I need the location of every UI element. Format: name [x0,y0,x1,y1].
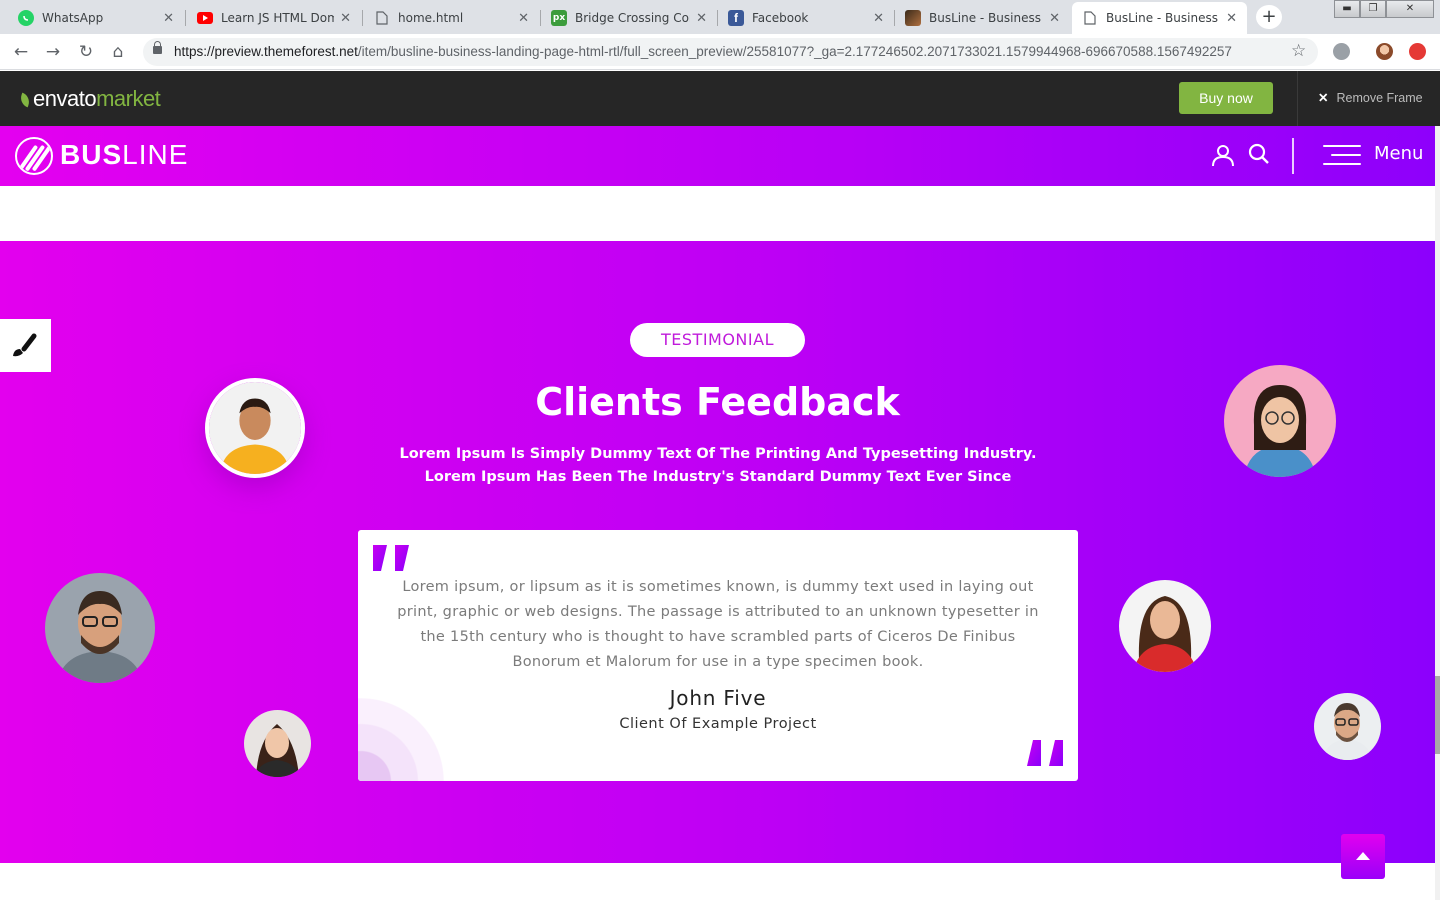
px-icon: px [551,10,567,26]
browser-tab-bar: WhatsApp ✕ Learn JS HTML Dom ✕ home.html… [0,0,1440,34]
client-avatar[interactable] [1119,580,1211,672]
new-tab-button[interactable]: + [1256,5,1282,29]
close-icon: ✕ [1318,91,1329,105]
extension-icon[interactable] [1333,43,1350,60]
brand-name[interactable]: BUSLINE [60,139,188,171]
tab-title: Learn JS HTML Dom [221,11,335,25]
client-avatar[interactable] [1314,693,1381,760]
envato-logo[interactable]: envatomarket [18,86,161,112]
tab-title: BusLine - Business La [929,11,1043,25]
address-bar: ← → ↻ ⌂ https://preview.themeforest.net/… [0,34,1440,70]
profile-avatar[interactable] [1376,43,1393,60]
remove-frame-button[interactable]: ✕ Remove Frame [1297,71,1440,126]
update-icon[interactable] [1409,43,1426,60]
browser-tab-bridge[interactable]: px Bridge Crossing Cond ✕ [541,2,717,34]
url-text: https://preview.themeforest.net/item/bus… [174,44,1232,59]
leaf-icon [18,92,32,108]
client-name: John Five [669,686,767,710]
client-role: Client Of Example Project [619,716,817,732]
testimonial-card: Lorem ipsum, or lipsum as it is sometime… [358,530,1078,781]
browser-tab-busline-active[interactable]: BusLine - Business La ✕ [1072,2,1247,34]
reload-icon[interactable]: ↻ [75,41,97,63]
client-avatar[interactable] [205,378,305,478]
back-to-top-button[interactable] [1341,834,1385,879]
tab-title: Bridge Crossing Cond [575,11,690,25]
browser-tab-home-html[interactable]: home.html ✕ [364,2,539,34]
quote-close-icon [1027,740,1063,766]
client-avatar[interactable] [1224,365,1336,477]
tab-title: WhatsApp [42,11,104,25]
testimonial-quote: Lorem ipsum, or lipsum as it is sometime… [397,579,1039,670]
forward-arrow-icon[interactable]: → [42,41,64,63]
paintbrush-icon [13,333,37,357]
scrollbar-thumb[interactable] [1435,676,1440,754]
site-header: BUSLINE Menu [0,126,1435,186]
section-tag: TESTIMONIAL [630,323,805,357]
facebook-icon: f [728,10,744,26]
hamburger-icon[interactable] [1323,145,1361,167]
brand-logo-icon[interactable] [15,137,53,175]
browser-tab-whatsapp[interactable]: WhatsApp ✕ [8,2,184,34]
search-icon[interactable] [1248,143,1270,165]
tab-title: home.html [398,11,464,25]
close-icon[interactable]: ✕ [163,11,174,26]
minimize-button[interactable]: ▬ [1334,0,1360,18]
url-field[interactable]: https://preview.themeforest.net/item/bus… [143,38,1318,66]
scrollbar-track[interactable] [1435,126,1440,900]
style-switcher-button[interactable] [0,319,51,372]
header-divider [1292,138,1294,174]
bookmark-star-icon[interactable]: ☆ [1291,41,1306,61]
close-icon[interactable]: ✕ [696,11,707,26]
browser-tab-learn-js[interactable]: Learn JS HTML Dom ✕ [187,2,361,34]
maximize-button[interactable]: ❐ [1360,0,1386,18]
file-icon [1082,10,1098,26]
close-icon[interactable]: ✕ [340,11,351,26]
tab-title: BusLine - Business La [1106,11,1220,25]
section-description: Lorem Ipsum Is Simply Dummy Text Of The … [399,446,1037,485]
buy-now-button[interactable]: Buy now [1179,82,1273,114]
client-avatar[interactable] [244,710,311,777]
youtube-icon [197,12,213,24]
close-icon[interactable]: ✕ [1226,11,1237,26]
client-avatar[interactable] [45,573,155,683]
back-arrow-icon[interactable]: ← [10,41,32,63]
tab-separator [185,10,186,26]
home-icon[interactable]: ⌂ [107,41,129,63]
close-icon[interactable]: ✕ [518,11,529,26]
close-icon[interactable]: ✕ [873,11,884,26]
quote-open-icon [373,545,409,571]
tab-separator [362,10,363,26]
lock-icon [153,41,162,54]
envato-bar: envatomarket Buy now ✕ Remove Frame [0,71,1440,126]
user-icon[interactable] [1211,143,1235,167]
menu-label[interactable]: Menu [1374,143,1423,164]
window-close-button[interactable]: ✕ [1386,0,1434,18]
browser-tab-busline-1[interactable]: BusLine - Business La ✕ [895,2,1070,34]
browser-tab-facebook[interactable]: f Facebook ✕ [718,2,894,34]
tab-title: Facebook [752,11,809,25]
image-icon [905,10,921,26]
close-icon[interactable]: ✕ [1049,11,1060,26]
file-icon [374,10,390,26]
whatsapp-icon [18,10,34,26]
decorative-circle [358,698,444,781]
